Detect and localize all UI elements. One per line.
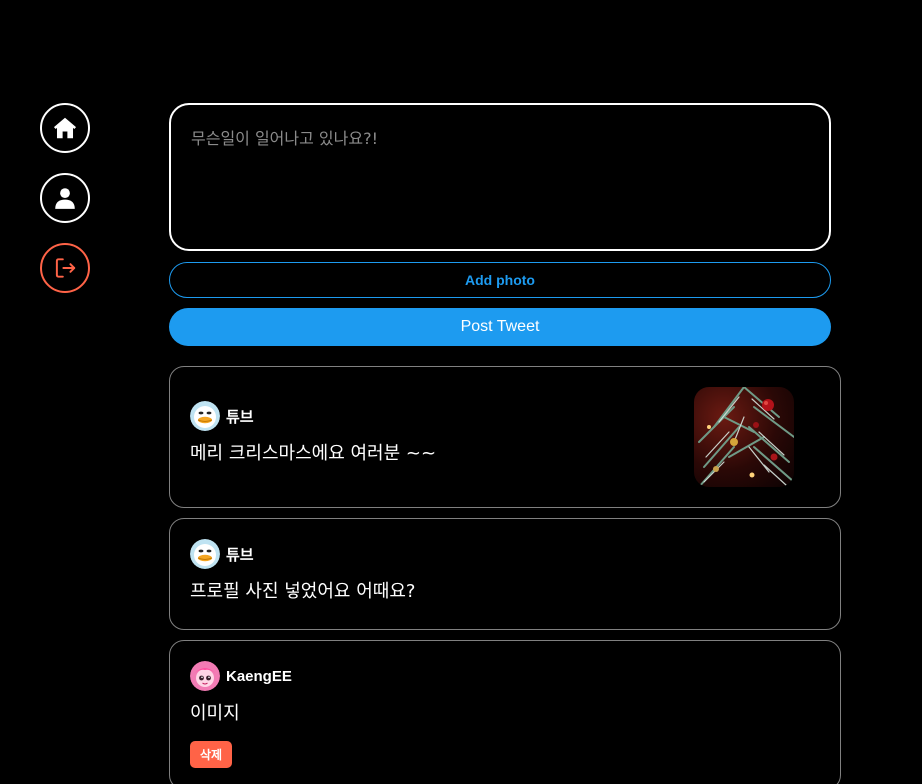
profile-button[interactable] <box>40 173 90 223</box>
username: KaengEE <box>226 667 292 685</box>
logout-icon <box>55 258 76 278</box>
tweet-card: KaengEE 이미지 삭제 <box>169 640 841 784</box>
tweet-text: 이미지 <box>190 703 240 724</box>
pink-character-avatar-icon[interactable] <box>190 661 220 691</box>
christmas-tree-photo[interactable] <box>694 387 794 487</box>
delete-button[interactable]: 삭제 <box>190 741 233 768</box>
username: 튜브 <box>226 546 254 564</box>
home-icon <box>53 117 77 139</box>
username: 튜브 <box>226 408 254 426</box>
sidebar <box>40 103 90 293</box>
tweet-author: KaengEE <box>190 661 820 691</box>
duck-avatar-icon[interactable] <box>190 401 220 431</box>
tweet-card: 튜브 메리 크리스마스에요 여러분 ~~ <box>169 366 841 508</box>
tweet-feed: 튜브 메리 크리스마스에요 여러분 ~~ 튜브 프로필 사진 넣었어요 어때요?… <box>169 366 841 784</box>
user-icon <box>55 188 75 209</box>
duck-avatar-icon[interactable] <box>190 539 220 569</box>
post-tweet-button[interactable]: Post Tweet <box>169 308 831 346</box>
tweet-card: 튜브 프로필 사진 넣었어요 어때요? <box>169 518 841 630</box>
add-photo-button[interactable]: Add photo <box>169 262 831 298</box>
tweet-text: 프로필 사진 넣었어요 어때요? <box>190 581 416 602</box>
compose-area: Add photo Post Tweet <box>169 103 831 346</box>
home-button[interactable] <box>40 103 90 153</box>
app: Add photo Post Tweet 튜브 메리 크리스마스에요 여러 <box>0 0 922 784</box>
tweet-input[interactable] <box>169 103 831 251</box>
logout-button[interactable] <box>40 243 90 293</box>
tweet-author: 튜브 <box>190 539 820 569</box>
